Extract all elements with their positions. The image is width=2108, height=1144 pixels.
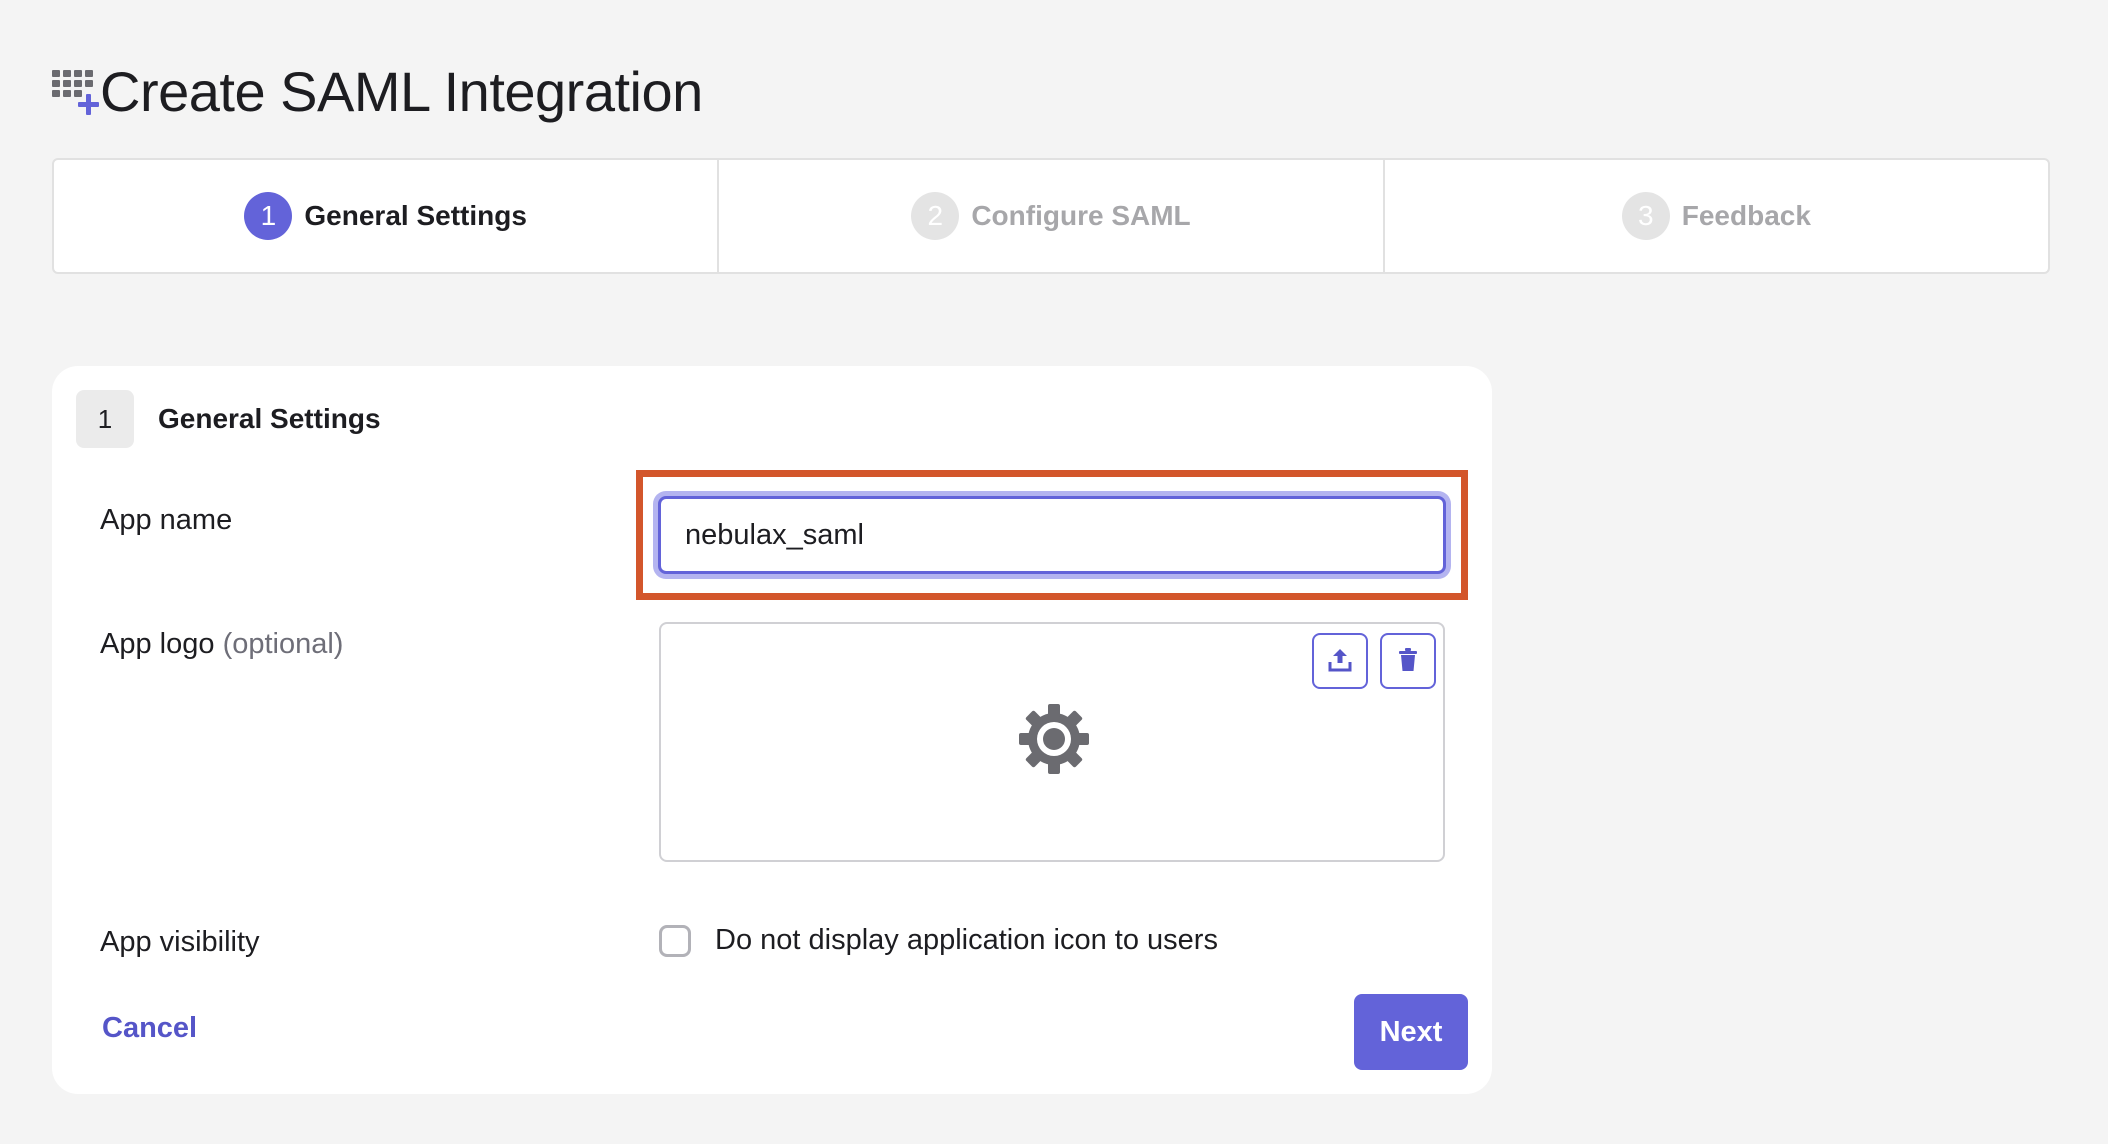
section-number: 1 xyxy=(76,390,134,448)
general-settings-card: 1 General Settings App name App logo (op… xyxy=(52,366,1492,1094)
step-label: General Settings xyxy=(304,200,527,231)
grid-plus-icon xyxy=(50,66,100,116)
gear-icon xyxy=(1017,702,1091,776)
optional-text: (optional) xyxy=(222,628,344,660)
hide-icon-checkbox-label[interactable]: Do not display application icon to users xyxy=(715,924,1218,957)
visibility-checkbox-row: Do not display application icon to users xyxy=(659,924,1218,957)
page-title: Create SAML Integration xyxy=(100,59,703,123)
step-feedback[interactable]: 3 Feedback xyxy=(1385,160,2048,272)
app-visibility-label: App visibility xyxy=(100,926,260,958)
page-header: Create SAML Integration xyxy=(50,56,703,126)
stepper: 1 General Settings 2 Configure SAML 3 Fe… xyxy=(52,158,2050,274)
step-number: 3 xyxy=(1621,192,1670,240)
upload-logo-button[interactable] xyxy=(1312,633,1368,689)
app-name-label: App name xyxy=(100,504,233,536)
app-logo-label-text: App logo xyxy=(100,628,215,660)
step-number: 1 xyxy=(244,192,293,240)
app-name-input[interactable] xyxy=(658,496,1446,574)
upload-icon xyxy=(1326,646,1354,677)
cancel-button[interactable]: Cancel xyxy=(102,1012,197,1045)
step-number: 2 xyxy=(911,192,960,240)
section-title: General Settings xyxy=(158,403,381,434)
step-general-settings[interactable]: 1 General Settings xyxy=(54,160,720,272)
step-label: Configure SAML xyxy=(971,200,1191,231)
delete-logo-button[interactable] xyxy=(1380,633,1436,689)
section-header: 1 General Settings xyxy=(76,390,381,448)
trash-icon xyxy=(1394,646,1422,677)
step-configure-saml[interactable]: 2 Configure SAML xyxy=(719,160,1385,272)
step-label: Feedback xyxy=(1681,200,1811,231)
next-button[interactable]: Next xyxy=(1354,994,1468,1070)
app-logo-area xyxy=(659,622,1445,862)
app-logo-label: App logo (optional) xyxy=(100,628,343,661)
hide-icon-checkbox[interactable] xyxy=(659,924,691,957)
